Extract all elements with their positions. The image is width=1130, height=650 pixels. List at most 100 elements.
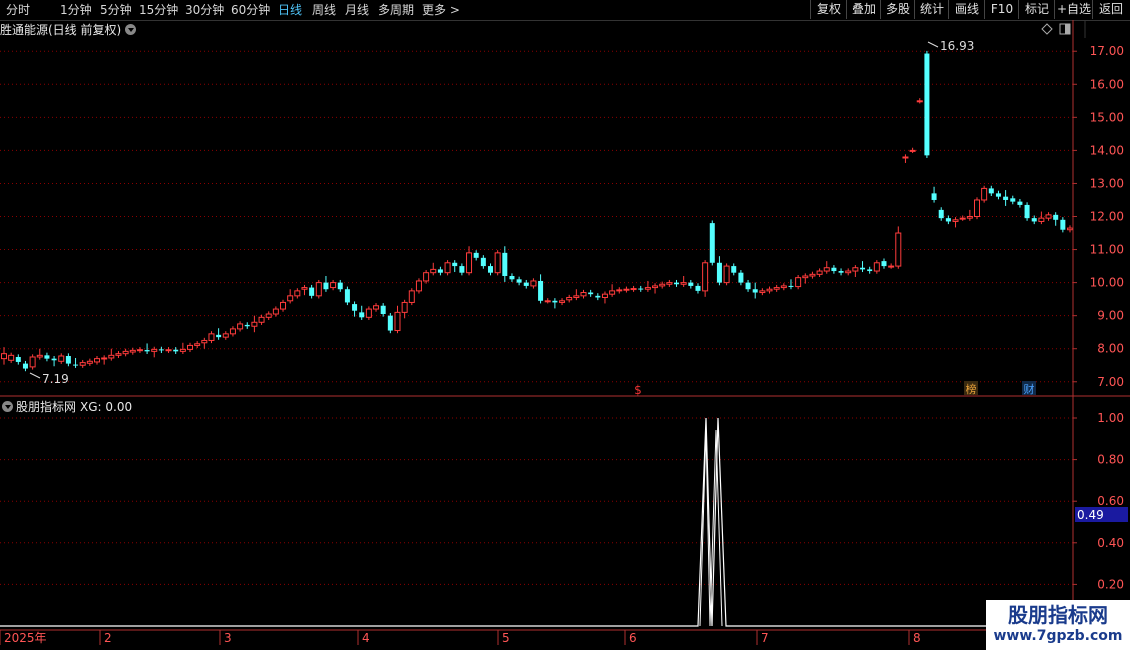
candle-body [566,296,573,301]
kline-chart[interactable]: 17.00 16.00 15.00 14.00 13.00 12.00 11.00 10.00… [0,0,1130,650]
candle-body [115,353,122,356]
candle-body [315,282,322,297]
candle-body [387,315,393,331]
watermark-logo: 股朋指标网 www.7gpzb.com [986,600,1130,650]
x-axis-label: 6 [629,631,637,645]
candle-body [702,262,709,292]
candle-body [373,305,380,310]
chevron-down-icon[interactable] [2,401,13,412]
candle-body [165,349,172,352]
candle-body [301,287,308,290]
candle-body [272,308,279,315]
y-tick-label: 7.00 [1097,375,1124,389]
panel-toggle-icon[interactable] [1059,23,1071,35]
candle-body [394,311,401,332]
candle-body [344,289,350,303]
svg-text:榜: 榜 [966,382,977,396]
x-axis-label: 4 [362,631,370,645]
candle-body [280,301,287,310]
candle-body [538,280,544,301]
candle-body [1053,214,1059,220]
candle-body [216,334,222,338]
low-price-label: 7.19 [29,372,69,386]
y-tick-label: 10.00 [1090,276,1124,290]
candle-body [881,261,887,267]
candle-body [437,269,443,273]
candle-body [773,287,780,290]
candle-body [795,277,802,288]
x-axis-label: 5 [502,631,510,645]
event-marker-dollar[interactable]: $ [634,383,642,397]
candle-body [695,285,701,291]
svg-text:16.93: 16.93 [940,39,974,53]
candle-body [330,282,337,289]
candle-body [29,356,36,368]
candle-body [988,188,994,194]
indicator-current-value: 0.49 [1075,507,1128,522]
candle-body [623,288,630,291]
candle-body [680,282,687,285]
candle-body [208,333,215,341]
high-price-label: 16.93 [927,39,974,53]
candle-body [895,232,902,267]
y-tick-label: 12.00 [1090,210,1124,224]
candle-body [959,217,966,220]
candle-body [509,276,515,280]
candle-body [902,156,909,159]
candle-body [852,267,859,272]
candle-body [666,282,673,285]
candle-body [788,285,794,287]
candle-body [94,358,101,363]
candle-body [365,308,372,318]
candle-body [559,300,566,303]
candle-body [644,287,651,290]
candle-body [229,328,236,335]
candle-body [86,360,93,364]
candle-body [452,262,458,267]
candle-body [816,270,823,275]
candle-body [1060,219,1066,230]
candle-body [580,292,587,297]
event-marker-rank[interactable]: 榜 [964,381,978,396]
candle-body [151,348,158,352]
candle-body [1024,204,1030,219]
candle-body [58,355,65,362]
candle-body [173,349,179,352]
candle-body [952,219,959,222]
candle-body [709,223,715,263]
candle-body [466,252,473,274]
candle-body [516,279,522,283]
candle-body [22,363,28,369]
candle-body [938,209,944,219]
event-marker-finance[interactable]: 财 [1022,381,1036,396]
y-tick-label: 17.00 [1090,44,1124,58]
candle-body [688,282,694,286]
candle-body [1010,198,1016,202]
candle-body [544,300,551,303]
candle-body [487,266,494,273]
indicator-y-tick: 0.40 [1097,536,1124,550]
diamond-icon[interactable] [1041,23,1053,35]
candle-body [352,304,358,311]
candle-body [0,353,8,360]
candle-body [766,288,773,292]
candle-body [1066,227,1074,231]
candle-body [480,257,486,267]
candle-body [745,282,751,290]
candle-body [966,216,973,219]
candle-body [430,268,437,274]
candle-body [909,149,916,152]
candle-body [502,252,508,276]
candle-body [258,316,265,323]
candle-body [201,339,208,344]
y-tick-label: 9.00 [1097,309,1124,323]
candle-body [674,282,680,285]
svg-text:0.49: 0.49 [1077,508,1104,522]
candle-body [995,193,1001,197]
candle-body [552,300,558,303]
candle-body [588,292,594,295]
candle-body [873,262,880,272]
candle-body [265,313,272,318]
candle-body [945,218,951,222]
candle-body [287,295,294,302]
